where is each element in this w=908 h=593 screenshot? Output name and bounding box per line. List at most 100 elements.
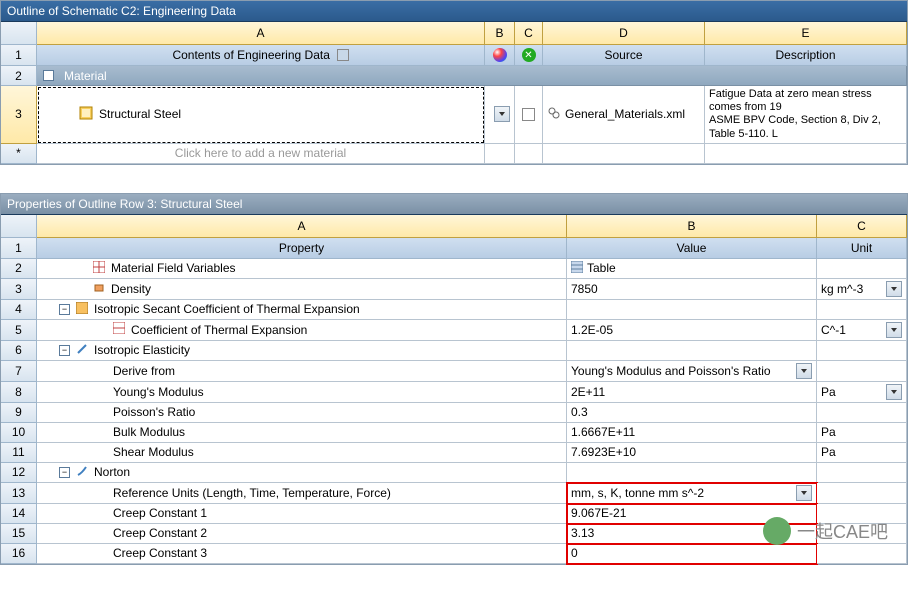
pcol-a[interactable]: A xyxy=(37,215,567,238)
row-1[interactable]: 1 xyxy=(1,45,37,66)
row-norton[interactable]: 12 −Norton xyxy=(1,463,907,483)
norton-icon xyxy=(76,465,88,480)
collapse-icon[interactable]: − xyxy=(59,304,70,315)
row-iso-elasticity[interactable]: 6 −Isotropic Elasticity xyxy=(1,341,907,361)
dropdown-icon[interactable] xyxy=(796,363,812,379)
source-text: General_Materials.xml xyxy=(565,107,685,121)
watermark: 一起CAE吧 xyxy=(763,517,888,545)
material-group-row: 2 − Material xyxy=(1,66,907,86)
val-youngs[interactable]: 2E+11 xyxy=(567,382,817,403)
unit-youngs[interactable]: Pa xyxy=(817,382,907,403)
prow-1[interactable]: 1 xyxy=(1,238,37,259)
prow-6[interactable]: 6 xyxy=(1,341,37,361)
val-creep3[interactable]: 0 xyxy=(567,544,817,564)
prop-thermal-group[interactable]: −Isotropic Secant Coefficient of Thermal… xyxy=(37,300,567,320)
row-youngs[interactable]: 8 Young's Modulus 2E+11 Pa xyxy=(1,382,907,403)
prow-8[interactable]: 8 xyxy=(1,382,37,403)
row-density[interactable]: 3 Density 7850 kg m^-3 xyxy=(1,279,907,300)
row-field-vars[interactable]: 2 Material Field Variables Table xyxy=(1,259,907,279)
val-coef-thermal[interactable]: 1.2E-05 xyxy=(567,320,817,341)
pcol-b[interactable]: B xyxy=(567,215,817,238)
val-ref-units[interactable]: mm, s, K, tonne mm s^-2 xyxy=(567,483,817,504)
dropdown-icon[interactable] xyxy=(796,485,812,501)
dropdown-icon[interactable] xyxy=(494,106,510,122)
row-shear[interactable]: 11 Shear Modulus 7.6923E+10 Pa xyxy=(1,443,907,463)
prop-bulk[interactable]: Bulk Modulus xyxy=(37,423,567,443)
material-name-cell[interactable]: Structural Steel xyxy=(37,86,485,144)
row-thermal-exp-group[interactable]: 4 −Isotropic Secant Coefficient of Therm… xyxy=(1,300,907,320)
material-group[interactable]: − Material xyxy=(37,66,907,86)
prop-norton[interactable]: −Norton xyxy=(37,463,567,483)
unit-density[interactable]: kg m^-3 xyxy=(817,279,907,300)
prop-poisson[interactable]: Poisson's Ratio xyxy=(37,403,567,423)
prow-15[interactable]: 15 xyxy=(1,524,37,544)
row-2[interactable]: 2 xyxy=(1,66,37,86)
row-creep3[interactable]: 16 Creep Constant 3 0 xyxy=(1,544,907,564)
col-d[interactable]: D xyxy=(543,22,705,45)
prop-iso-elasticity[interactable]: −Isotropic Elasticity xyxy=(37,341,567,361)
val-bulk[interactable]: 1.6667E+11 xyxy=(567,423,817,443)
material-desc-cell: Fatigue Data at zero mean stress comes f… xyxy=(705,86,907,144)
col-c[interactable]: C xyxy=(515,22,543,45)
prop-derive[interactable]: Derive from xyxy=(37,361,567,382)
prop-density[interactable]: Density xyxy=(37,279,567,300)
prow-9[interactable]: 9 xyxy=(1,403,37,423)
val-shear[interactable]: 7.6923E+10 xyxy=(567,443,817,463)
row-3[interactable]: 3 xyxy=(1,86,37,144)
row-bulk[interactable]: 10 Bulk Modulus 1.6667E+11 Pa xyxy=(1,423,907,443)
col-e[interactable]: E xyxy=(705,22,907,45)
row-ref-units[interactable]: 13 Reference Units (Length, Time, Temper… xyxy=(1,483,907,504)
collapse-icon[interactable]: − xyxy=(59,467,70,478)
props-subheader: 1 Property Value Unit xyxy=(1,238,907,259)
row-derive[interactable]: 7 Derive from Young's Modulus and Poisso… xyxy=(1,361,907,382)
dropdown-icon[interactable] xyxy=(886,384,902,400)
col-a[interactable]: A xyxy=(37,22,485,45)
prop-header: Property xyxy=(37,238,567,259)
row-star[interactable]: * xyxy=(1,144,37,164)
prow-7[interactable]: 7 xyxy=(1,361,37,382)
pcol-c[interactable]: C xyxy=(817,215,907,238)
material-item-row[interactable]: 3 Structural Steel General_Materials.xml… xyxy=(1,86,907,144)
prop-field-vars[interactable]: Material Field Variables xyxy=(37,259,567,279)
prow-4[interactable]: 4 xyxy=(1,300,37,320)
prop-shear[interactable]: Shear Modulus xyxy=(37,443,567,463)
prop-creep2[interactable]: Creep Constant 2 xyxy=(37,524,567,544)
val-poisson[interactable]: 0.3 xyxy=(567,403,817,423)
prop-ref-units[interactable]: Reference Units (Length, Time, Temperatu… xyxy=(37,483,567,504)
corner-cell xyxy=(1,22,37,45)
val-derive[interactable]: Young's Modulus and Poisson's Ratio xyxy=(567,361,817,382)
prop-youngs[interactable]: Young's Modulus xyxy=(37,382,567,403)
collapse-icon[interactable]: − xyxy=(59,345,70,356)
collapse-icon[interactable]: − xyxy=(43,70,54,81)
checkbox[interactable] xyxy=(522,108,535,121)
add-material-placeholder[interactable]: Click here to add a new material xyxy=(37,144,485,164)
val-field-vars[interactable]: Table xyxy=(567,259,817,279)
prop-creep1[interactable]: Creep Constant 1 xyxy=(37,504,567,524)
prop-coef-thermal[interactable]: Coefficient of Thermal Expansion xyxy=(37,320,567,341)
material-suppress-cell[interactable] xyxy=(515,86,543,144)
prow-14[interactable]: 14 xyxy=(1,504,37,524)
props-col-header: A B C xyxy=(1,215,907,238)
material-name: Structural Steel xyxy=(99,107,181,121)
material-source-cell[interactable]: General_Materials.xml xyxy=(543,86,705,144)
material-dropdown-cell[interactable] xyxy=(485,86,515,144)
row-coef-thermal[interactable]: 5 Coefficient of Thermal Expansion 1.2E-… xyxy=(1,320,907,341)
dropdown-icon[interactable] xyxy=(886,322,902,338)
prow-16[interactable]: 16 xyxy=(1,544,37,564)
add-material-row[interactable]: * Click here to add a new material xyxy=(1,144,907,164)
row-poisson[interactable]: 9 Poisson's Ratio 0.3 xyxy=(1,403,907,423)
prow-5[interactable]: 5 xyxy=(1,320,37,341)
prow-10[interactable]: 10 xyxy=(1,423,37,443)
prop-creep3[interactable]: Creep Constant 3 xyxy=(37,544,567,564)
prow-13[interactable]: 13 xyxy=(1,483,37,504)
prow-3[interactable]: 3 xyxy=(1,279,37,300)
prow-2[interactable]: 2 xyxy=(1,259,37,279)
unit-coef-thermal[interactable]: C^-1 xyxy=(817,320,907,341)
prow-11[interactable]: 11 xyxy=(1,443,37,463)
filter-icon[interactable] xyxy=(337,49,349,61)
table-icon xyxy=(93,261,105,276)
dropdown-icon[interactable] xyxy=(886,281,902,297)
val-density[interactable]: 7850 xyxy=(567,279,817,300)
prow-12[interactable]: 12 xyxy=(1,463,37,483)
col-b[interactable]: B xyxy=(485,22,515,45)
